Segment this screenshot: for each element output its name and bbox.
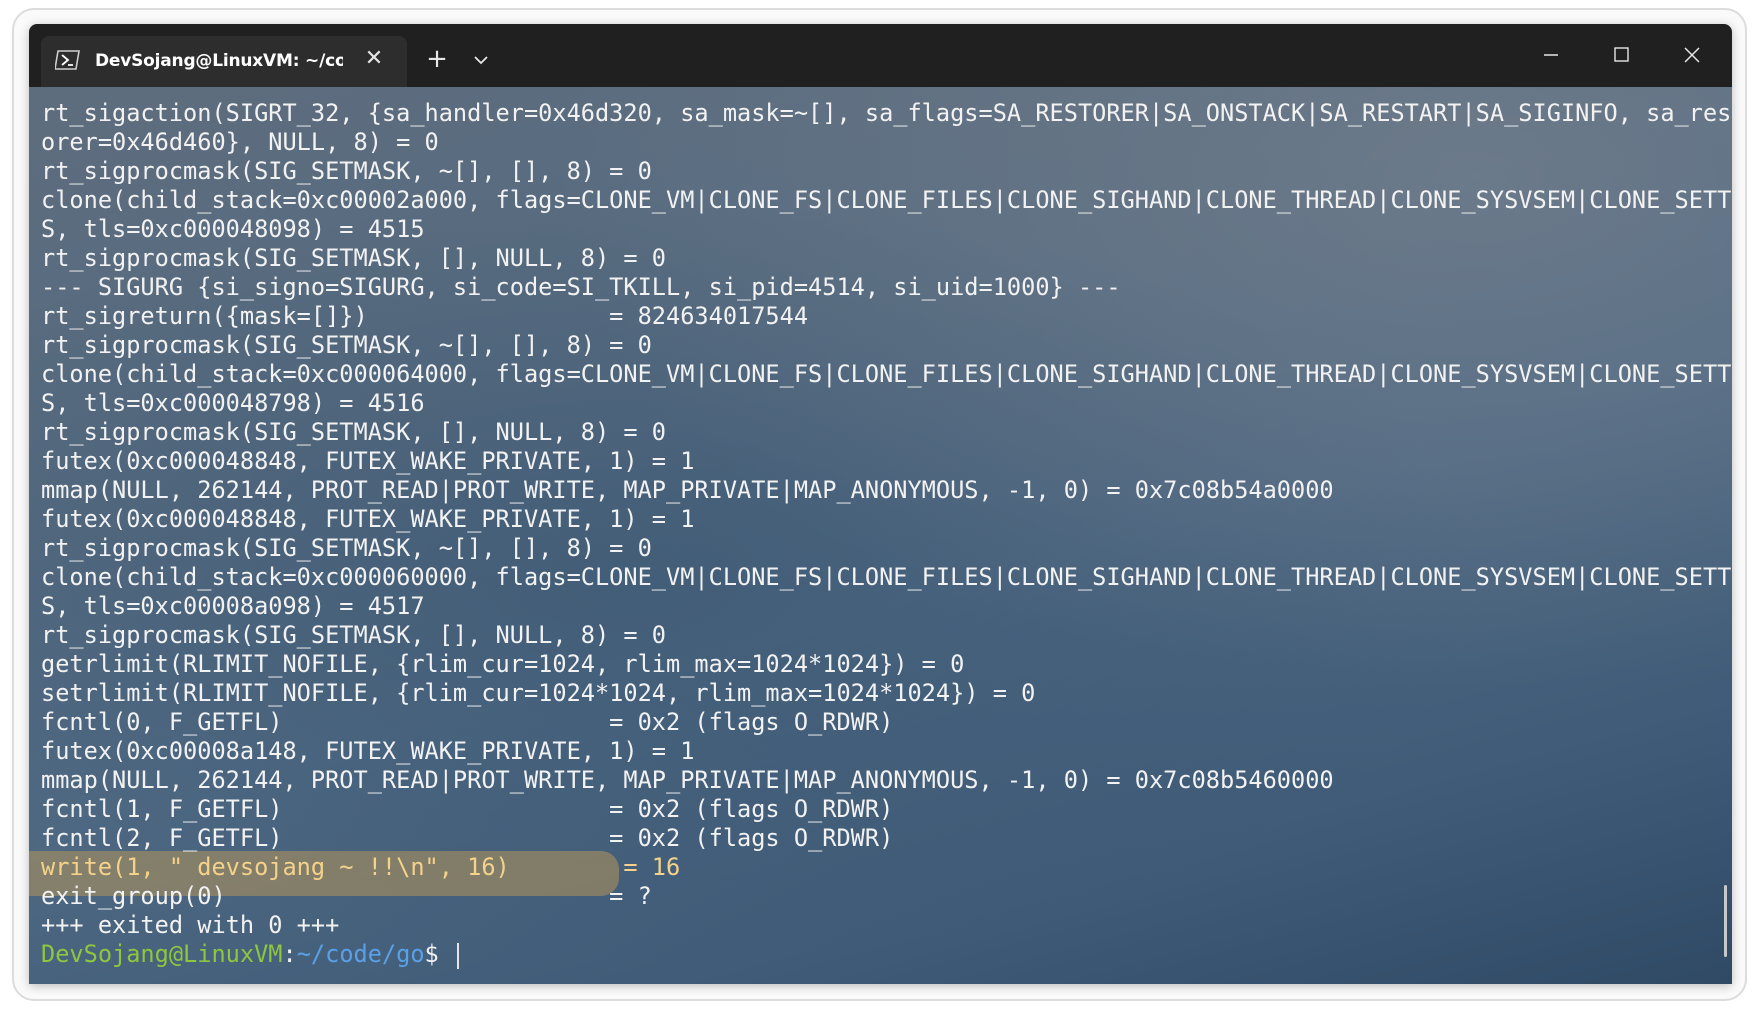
terminal-line: mmap(NULL, 262144, PROT_READ|PROT_WRITE,… [41,476,1334,504]
terminal-line: orer=0x46d460}, NULL, 8) = 0 [41,128,439,156]
text-cursor [456,942,459,969]
terminal-line: +++ exited with 0 +++ [41,911,340,939]
new-tab-button[interactable]: + [424,46,450,72]
terminal-line: clone(child_stack=0xc000064000, flags=CL… [41,360,1732,388]
terminal-line: futex(0xc00008a148, FUTEX_WAKE_PRIVATE, … [41,737,695,765]
terminal-line: fcntl(1, F_GETFL) = 0x2 (flags O_RDWR) [41,795,894,823]
terminal-window: DevSojang@LinuxVM: ~/code ✕ + rt_sigacti… [29,24,1732,984]
chevron-down-icon[interactable] [469,48,493,72]
terminal-line: S, tls=0xc00008a098) = 4517 [41,592,425,620]
terminal-line: rt_sigprocmask(SIG_SETMASK, [], NULL, 8)… [41,418,667,446]
title-bar: DevSojang@LinuxVM: ~/code ✕ + [29,24,1732,87]
tab-terminal[interactable]: DevSojang@LinuxVM: ~/code ✕ [41,36,407,87]
terminal-line: futex(0xc000048848, FUTEX_WAKE_PRIVATE, … [41,505,695,533]
powershell-icon [55,50,80,70]
terminal-line: futex(0xc000048848, FUTEX_WAKE_PRIVATE, … [41,447,695,475]
prompt-symbol: $ [424,940,453,968]
terminal-line: rt_sigreturn({mask=[]}) = 824634017544 [41,302,809,330]
terminal-line: write(1, " devsojang ~ !!\n", 16) = 16 [41,853,681,881]
terminal-line: getrlimit(RLIMIT_NOFILE, {rlim_cur=1024,… [41,650,965,678]
prompt-path: ~/code/go [296,940,425,968]
prompt-separator: : [282,940,297,968]
terminal-line: fcntl(2, F_GETFL) = 0x2 (flags O_RDWR) [41,824,894,852]
terminal-line: S, tls=0xc000048798) = 4516 [41,389,425,417]
terminal-line: rt_sigprocmask(SIG_SETMASK, ~[], [], 8) … [41,331,652,359]
terminal-line: rt_sigprocmask(SIG_SETMASK, [], NULL, 8)… [41,244,667,272]
terminal-pane[interactable]: rt_sigaction(SIGRT_32, {sa_handler=0x46d… [29,87,1732,984]
terminal-line: setrlimit(RLIMIT_NOFILE, {rlim_cur=1024*… [41,679,1036,707]
terminal-line: rt_sigaction(SIGRT_32, {sa_handler=0x46d… [41,99,1732,127]
minimize-icon[interactable] [1531,38,1571,72]
close-tab-icon[interactable]: ✕ [361,46,387,72]
terminal-line: mmap(NULL, 262144, PROT_READ|PROT_WRITE,… [41,766,1334,794]
scrollbar[interactable] [1724,885,1727,957]
maximize-icon[interactable] [1601,38,1641,72]
terminal-line: clone(child_stack=0xc000060000, flags=CL… [41,563,1732,591]
terminal-line: S, tls=0xc000048098) = 4515 [41,215,425,243]
terminal-line: rt_sigprocmask(SIG_SETMASK, [], NULL, 8)… [41,621,667,649]
close-window-icon[interactable] [1672,38,1712,72]
terminal-output: rt_sigaction(SIGRT_32, {sa_handler=0x46d… [41,99,1732,969]
prompt-line: DevSojang@LinuxVM:~/code/go$ [41,940,1721,969]
prompt-user: DevSojang@LinuxVM [41,940,283,968]
terminal-line: exit_group(0) = ? [41,882,652,910]
terminal-line: clone(child_stack=0xc00002a000, flags=CL… [41,186,1732,214]
terminal-line: --- SIGURG {si_signo=SIGURG, si_code=SI_… [41,273,1121,301]
terminal-line: rt_sigprocmask(SIG_SETMASK, ~[], [], 8) … [41,534,652,562]
terminal-line: rt_sigprocmask(SIG_SETMASK, ~[], [], 8) … [41,157,652,185]
terminal-line: fcntl(0, F_GETFL) = 0x2 (flags O_RDWR) [41,708,894,736]
tab-title: DevSojang@LinuxVM: ~/code [95,51,343,71]
